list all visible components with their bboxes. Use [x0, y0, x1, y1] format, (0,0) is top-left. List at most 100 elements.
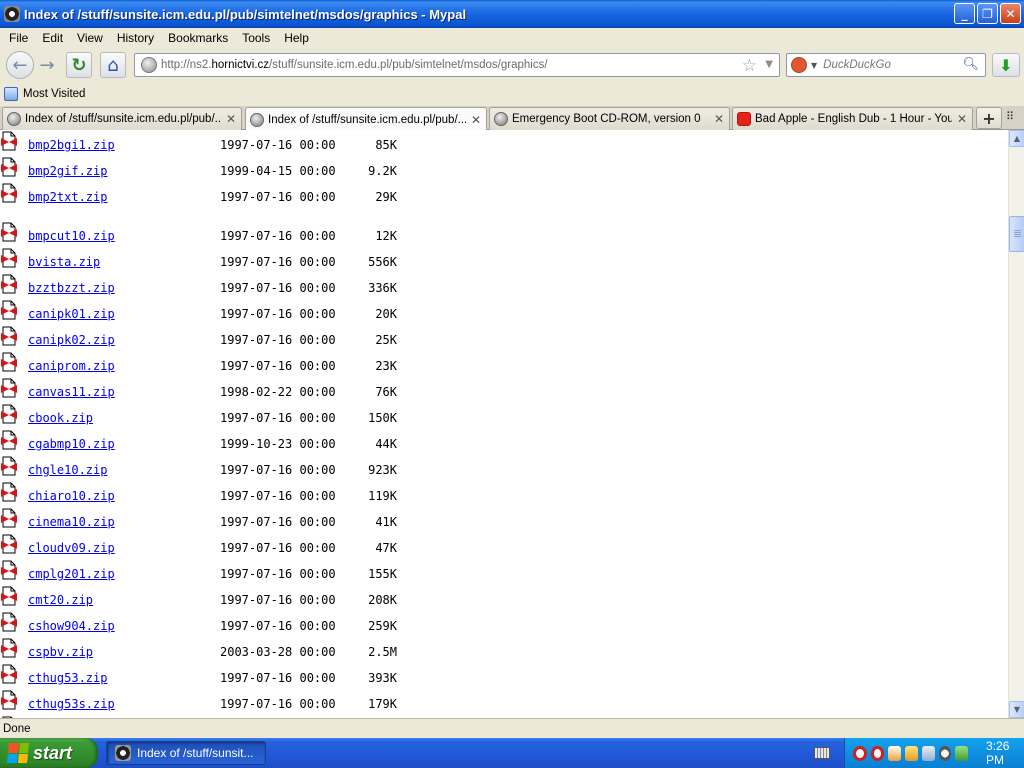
- tab-2[interactable]: Index of /stuff/sunsite.icm.edu.pl/pub/.…: [245, 107, 487, 131]
- tray-app-icon[interactable]: [905, 745, 918, 761]
- file-link[interactable]: bmpcut10.zip: [28, 229, 115, 243]
- bookmark-star-icon[interactable]: ☆: [742, 56, 757, 76]
- menu-file[interactable]: File: [2, 31, 35, 45]
- file-date: 1997-07-16 00:00: [220, 229, 336, 243]
- file-link[interactable]: chiaro10.zip: [28, 489, 115, 503]
- menu-view[interactable]: View: [70, 31, 110, 45]
- grip-icon: [1014, 230, 1021, 238]
- tab-title: Index of /stuff/sunsite.icm.edu.pl/pub/.…: [25, 113, 221, 125]
- file-link[interactable]: chgle10.zip: [28, 463, 107, 477]
- triangle-up-icon: ▲: [1013, 134, 1021, 143]
- plus-icon: +: [982, 108, 996, 128]
- url-bar[interactable]: http://ns2.hornictvi.cz/stuff/sunsite.ic…: [134, 53, 780, 77]
- search-bar[interactable]: ▼ DuckDuckGo 🔍︎: [786, 53, 986, 77]
- file-row: bzztbzzt.zip 1997-07-16 00:00 336K: [0, 274, 1000, 301]
- title-bar[interactable]: Index of /stuff/sunsite.icm.edu.pl/pub/s…: [0, 0, 1024, 28]
- file-link[interactable]: canipk02.zip: [28, 333, 115, 347]
- globe-icon: [7, 112, 21, 126]
- home-icon: ⌂: [107, 54, 119, 76]
- file-link[interactable]: cmplg201.zip: [28, 567, 115, 581]
- tab-close-icon[interactable]: ✕: [225, 112, 237, 126]
- menu-edit[interactable]: Edit: [35, 31, 70, 45]
- search-magnifier-icon[interactable]: 🔍︎: [962, 57, 979, 72]
- file-link[interactable]: cbook.zip: [28, 411, 93, 425]
- file-link[interactable]: canipk01.zip: [28, 307, 115, 321]
- downloads-button[interactable]: ⬇: [992, 53, 1020, 77]
- all-tabs-button[interactable]: ⠿: [1006, 110, 1020, 124]
- close-button[interactable]: ✕: [1000, 3, 1021, 24]
- file-link[interactable]: cloudv09.zip: [28, 541, 115, 555]
- file-link[interactable]: bmp2bgi1.zip: [28, 138, 115, 152]
- security-icon[interactable]: [888, 745, 902, 761]
- menu-tools[interactable]: Tools: [235, 31, 277, 45]
- bookmark-most-visited[interactable]: Most Visited: [23, 88, 85, 100]
- maximize-button[interactable]: ❐: [977, 3, 998, 24]
- new-tab-button[interactable]: +: [976, 107, 1002, 129]
- menu-help[interactable]: Help: [277, 31, 316, 45]
- duckduckgo-icon[interactable]: [791, 57, 807, 73]
- file-link[interactable]: cinema10.zip: [28, 515, 115, 529]
- file-row: cinema10.zip 1997-07-16 00:00 41K: [0, 508, 1000, 535]
- menu-bookmarks[interactable]: Bookmarks: [161, 31, 235, 45]
- file-row: cgabmp10.zip 1999-10-23 00:00 44K: [0, 430, 1000, 457]
- search-input[interactable]: DuckDuckGo: [823, 59, 891, 71]
- file-size: 25K: [375, 333, 397, 347]
- vertical-scrollbar[interactable]: ▲ ▼: [1008, 130, 1024, 718]
- file-row: bmp2bgi1.zip 1997-07-16 00:00 85K: [0, 131, 1000, 158]
- tray-app-icon[interactable]: [938, 745, 952, 761]
- tab-3[interactable]: Emergency Boot CD-ROM, version 0 ✕: [489, 107, 730, 130]
- file-link[interactable]: cgabmp10.zip: [28, 437, 115, 451]
- taskbar-button-mypal[interactable]: Index of /stuff/sunsit...: [106, 741, 266, 765]
- file-link[interactable]: cthug53s.zip: [28, 697, 115, 711]
- forward-button[interactable]: →: [34, 52, 60, 78]
- tab-close-icon[interactable]: ✕: [470, 113, 482, 127]
- file-link[interactable]: bmp2gif.zip: [28, 164, 107, 178]
- compressed-file-icon: [1, 638, 17, 658]
- network-disabled-icon[interactable]: [870, 745, 885, 761]
- file-size: 85K: [375, 138, 397, 152]
- menu-history[interactable]: History: [110, 31, 161, 45]
- file-date: 1997-07-16 00:00: [220, 307, 336, 321]
- compressed-file-icon: [1, 482, 17, 502]
- file-link[interactable]: canvas11.zip: [28, 385, 115, 399]
- taskbar-clock[interactable]: 3:26 PM: [986, 739, 1024, 767]
- network-disabled-icon[interactable]: [853, 745, 867, 761]
- tray-app-icon[interactable]: [921, 745, 935, 761]
- start-button[interactable]: start: [0, 738, 98, 768]
- tab-close-icon[interactable]: ✕: [713, 112, 725, 126]
- file-size: 119K: [368, 489, 397, 503]
- file-link[interactable]: cspbv.zip: [28, 645, 93, 659]
- file-link[interactable]: caniprom.zip: [28, 359, 115, 373]
- file-link[interactable]: bvista.zip: [28, 255, 100, 269]
- file-link[interactable]: cshow904.zip: [28, 619, 115, 633]
- file-link[interactable]: bmp2txt.zip: [28, 190, 107, 204]
- scroll-down-button[interactable]: ▼: [1009, 701, 1024, 718]
- tray-app-icon[interactable]: [955, 745, 969, 761]
- file-size: 44K: [375, 437, 397, 451]
- page-content: bmp2bgi1.zip 1997-07-16 00:00 85K bmp2gif.z…: [0, 130, 1008, 718]
- url-dropdown-icon[interactable]: ▼: [765, 59, 773, 70]
- back-button[interactable]: ←: [6, 51, 34, 79]
- mypal-app-icon[interactable]: [4, 6, 20, 22]
- file-link[interactable]: cthug53.zip: [28, 671, 107, 685]
- minimize-button[interactable]: _: [954, 3, 975, 24]
- search-engine-dropdown-icon[interactable]: ▼: [811, 61, 817, 70]
- scrollbar-thumb[interactable]: [1009, 216, 1024, 252]
- file-size: 208K: [368, 593, 397, 607]
- scroll-up-button[interactable]: ▲: [1009, 130, 1024, 147]
- grid-icon: ⠿: [1006, 110, 1015, 123]
- tab-1[interactable]: Index of /stuff/sunsite.icm.edu.pl/pub/.…: [2, 107, 242, 130]
- file-size: 76K: [375, 385, 397, 399]
- url-text[interactable]: http://ns2.hornictvi.cz/stuff/sunsite.ic…: [161, 59, 548, 71]
- keyboard-icon[interactable]: [814, 747, 830, 759]
- most-visited-icon[interactable]: [4, 87, 18, 101]
- file-link[interactable]: bzztbzzt.zip: [28, 281, 115, 295]
- status-bar: Done: [0, 718, 1024, 738]
- tab-4[interactable]: Bad Apple - English Dub - 1 Hour - YouT.…: [732, 107, 973, 130]
- tab-close-icon[interactable]: ✕: [956, 112, 968, 126]
- home-button[interactable]: ⌂: [100, 52, 126, 78]
- compressed-file-icon: [1, 157, 17, 177]
- file-link[interactable]: cmt20.zip: [28, 593, 93, 607]
- reload-button[interactable]: ↻: [66, 52, 92, 78]
- site-identity-globe-icon[interactable]: [141, 57, 157, 73]
